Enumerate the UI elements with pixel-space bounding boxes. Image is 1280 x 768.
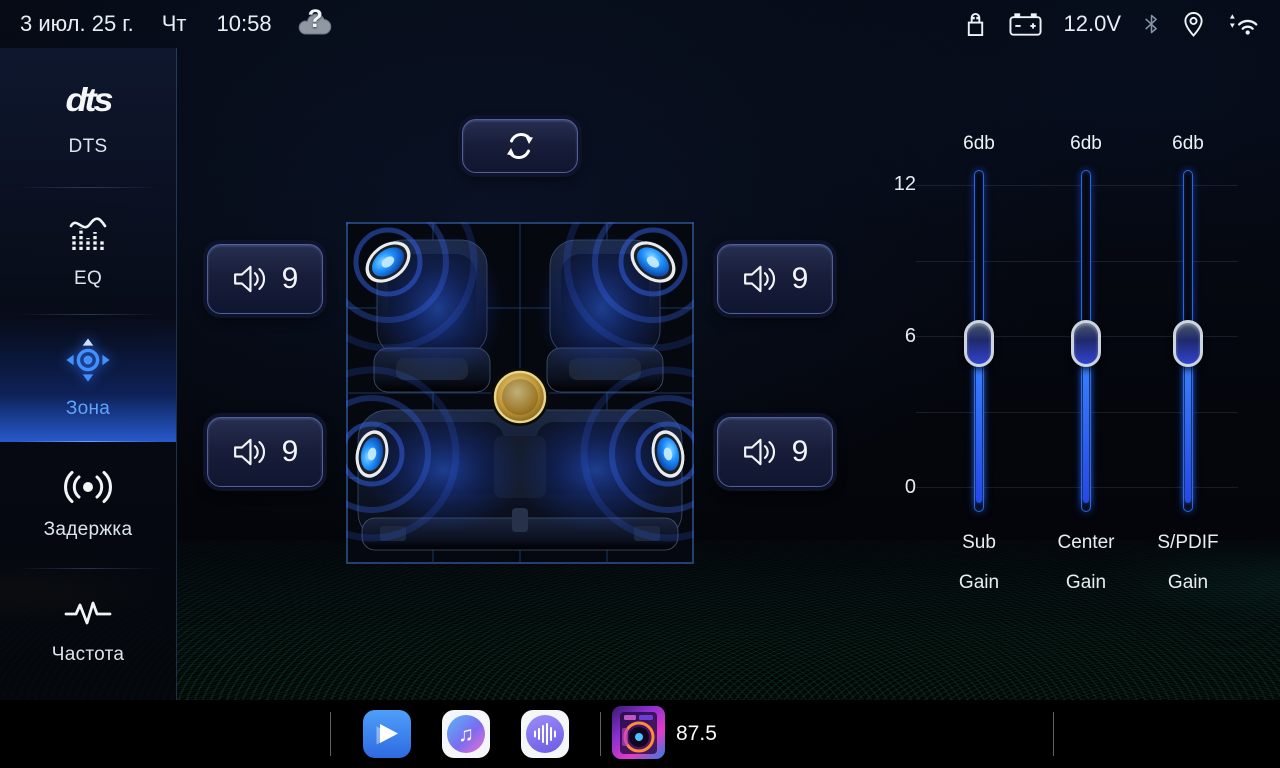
zone-volume-value: 9 [282,435,299,469]
boombox-artwork [612,706,665,759]
divider [330,712,331,756]
speaker-icon [232,437,268,467]
gain-tick-12: 12 [880,173,916,196]
gain-slider-fill [976,345,982,503]
video-player-app-icon[interactable] [363,710,411,758]
status-weekday: Чт [162,11,187,37]
bottom-nav-bar: ♫ 87.5 [0,700,1280,768]
gain-slider-name: Sub [924,532,1034,554]
weather-unknown-mark: ? [308,5,323,34]
zone-volume-front-right[interactable]: 9 [717,244,833,314]
now-playing-album-art[interactable] [612,706,665,759]
sidebar-item-frequency-label: Частота [52,644,125,666]
zone-volume-rear-right[interactable]: 9 [717,417,833,487]
gain-tick-6: 6 [880,325,916,348]
sidebar-item-dts[interactable]: dts DTS [0,48,176,188]
status-clock: 10:58 [217,11,272,37]
bluetooth-icon [1143,11,1160,37]
divider [600,712,601,756]
delay-signal-icon [64,470,112,504]
zone-seat-map[interactable] [346,222,694,564]
gain-panel: 12 6 0 6db Sub Gain 6db Center Gain 6db … [880,120,1280,610]
play-icon [372,719,402,749]
gain-slider-unit: Gain [1133,572,1243,594]
wifi-icon [1227,11,1260,37]
gain-slider-thumb[interactable] [1173,320,1203,367]
gain-slider-fill [1185,345,1191,503]
sidebar-item-frequency[interactable]: Частота [0,569,176,696]
gain-tick-0: 0 [880,476,916,499]
zone-volume-front-left[interactable]: 9 [207,244,323,314]
zone-pad-icon [65,337,111,383]
gain-slider-thumb[interactable] [1071,320,1101,367]
music-app-circle: ♫ [447,715,485,753]
sidebar-item-zone-label: Зона [66,398,110,420]
gain-value-label: 6db [1133,133,1243,155]
usb-icon [964,11,987,38]
equalizer-icon [67,213,109,253]
gain-value-label: 6db [1031,133,1141,155]
gain-slider-fill [1083,345,1089,503]
zone-volume-rear-left[interactable]: 9 [207,417,323,487]
dts-logo-icon: dts [66,80,111,119]
divider [1053,712,1054,756]
gain-slider-name: Center [1031,532,1141,554]
gain-slider-thumb[interactable] [964,320,994,367]
weather-widget[interactable]: ? [296,8,334,40]
gain-slider-name: S/PDIF [1133,532,1243,554]
gain-slider-center: 6db Center Gain [1031,120,1141,610]
waveform-icon [532,722,558,746]
music-note-icon: ♫ [458,724,474,745]
radio-frequency: 87.5 [676,700,717,768]
sidebar-item-dts-label: DTS [69,136,108,158]
reset-icon [501,128,539,164]
music-app-icon[interactable]: ♫ [442,710,490,758]
sidebar: dts DTS EQ Зона [0,48,177,700]
sidebar-item-delay-label: Задержка [44,519,133,541]
gain-slider-unit: Gain [1031,572,1141,594]
zone-volume-value: 9 [282,262,299,296]
status-date: 3 июл. 25 г. [20,11,134,37]
zone-volume-value: 9 [792,262,809,296]
status-bar: 3 июл. 25 г. Чт 10:58 ? 12.0V [0,0,1280,48]
sidebar-item-delay[interactable]: Задержка [0,442,176,569]
frequency-wave-icon [64,599,112,629]
balance-knob[interactable] [491,368,549,426]
voice-assistant-app-icon[interactable] [521,710,569,758]
voice-app-circle [526,715,564,753]
zone-volume-value: 9 [792,435,809,469]
location-icon [1182,11,1205,38]
battery-icon [1009,11,1042,37]
gain-slider-unit: Gain [924,572,1034,594]
gain-slider-spdif: 6db S/PDIF Gain [1133,120,1243,610]
speaker-icon [742,437,778,467]
gain-value-label: 6db [924,133,1034,155]
speaker-icon [232,264,268,294]
sidebar-item-eq[interactable]: EQ [0,188,176,315]
speaker-icon [742,264,778,294]
gain-slider-sub: 6db Sub Gain [924,120,1034,610]
zone-reset-button[interactable] [462,119,578,173]
sidebar-item-eq-label: EQ [74,268,102,290]
sidebar-item-zone[interactable]: Зона [0,315,176,442]
battery-voltage: 12.0V [1064,11,1122,37]
